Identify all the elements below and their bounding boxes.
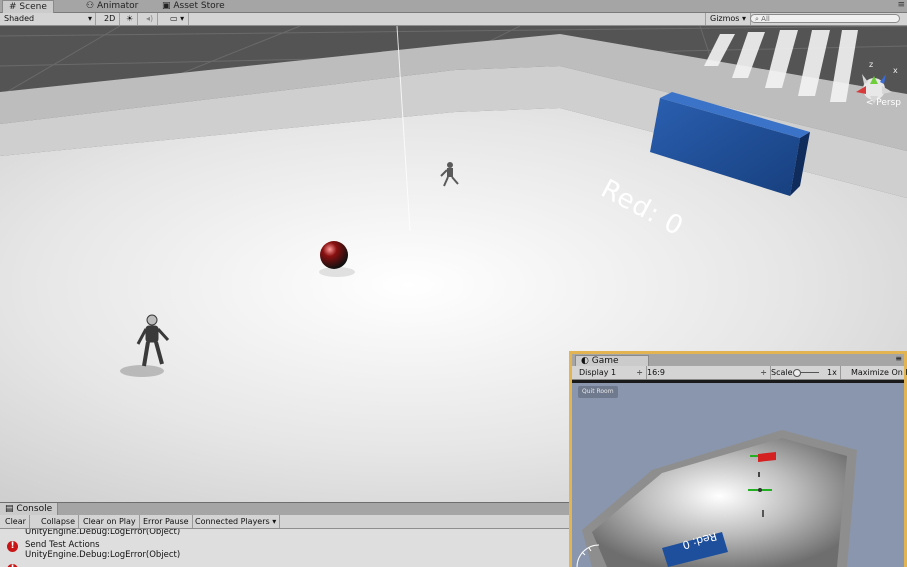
quit-room-button[interactable]: Quit Room xyxy=(578,386,618,398)
console-icon: ▤ xyxy=(5,504,14,514)
scale-value: 1x xyxy=(824,366,841,379)
collapse-button[interactable]: Collapse xyxy=(38,515,79,528)
tab-game-label: Game xyxy=(591,356,619,366)
tab-animator-label: Animator xyxy=(96,1,139,11)
search-icon: ⌕ xyxy=(755,15,759,23)
dropdown-arrow-icon: ÷ xyxy=(636,368,643,377)
console-toolbar: Clear Collapse Clear on Play Error Pause… xyxy=(0,515,570,529)
console-tab-bar: ▤ Console xyxy=(0,502,570,515)
dropdown-arrow-icon: ▾ xyxy=(272,517,277,526)
connected-players-label: Connected Players xyxy=(195,517,270,526)
tab-asset-store-label: Asset Store xyxy=(173,1,225,11)
search-placeholder: All xyxy=(761,15,770,23)
scale-label: Scale xyxy=(771,368,793,377)
tab-asset-store[interactable]: ▣ Asset Store xyxy=(156,0,231,12)
tab-scene[interactable]: # Scene xyxy=(2,0,54,13)
dropdown-arrow-icon: ▾ xyxy=(87,14,92,23)
scene-search-input[interactable]: ⌕ All xyxy=(750,14,900,23)
display-dropdown[interactable]: Display 1 ÷ xyxy=(576,366,647,379)
shopping-bag-icon: ▣ xyxy=(162,1,171,11)
tab-console-label: Console xyxy=(16,504,53,514)
panel-menu-icon[interactable]: ≡ xyxy=(897,0,905,10)
game-viewport[interactable]: Quit Room Red: 0 xyxy=(572,380,904,567)
log-entry-title[interactable]: Send Test Actions xyxy=(25,540,100,550)
maximize-on-play-button[interactable]: Maximize On P xyxy=(848,366,907,379)
game-toolbar: Display 1 ÷ 16:9 ÷ Scale 1x Maximize On … xyxy=(572,366,907,380)
pacman-icon: ◐ xyxy=(581,356,589,366)
character-shadow xyxy=(120,365,164,377)
connected-players-dropdown[interactable]: Connected Players ▾ xyxy=(192,515,281,528)
gizmos-label: Gizmos xyxy=(710,14,740,23)
svg-text:x: x xyxy=(893,66,898,75)
aspect-value: 16:9 xyxy=(647,368,665,377)
log-entry-detail[interactable]: UnityEngine.Debug:LogError(Object) xyxy=(25,550,180,560)
dropdown-arrow-icon: ÷ xyxy=(760,368,767,377)
error-icon: ! xyxy=(7,541,18,552)
tab-console[interactable]: ▤ Console xyxy=(0,503,59,515)
scene-toolbar: Shaded ▾ 2D ☀ ◂) ▭ ▾ Gizmos ▾ ⌕ All xyxy=(0,13,907,26)
console-log-list[interactable]: UnityEngine.Debug:LogError(Object) ! Sen… xyxy=(0,529,570,567)
game-render xyxy=(572,380,904,567)
lighting-toggle-icon[interactable]: ☀ xyxy=(122,13,139,25)
gizmos-dropdown[interactable]: Gizmos ▾ xyxy=(705,13,752,25)
audio-toggle-icon[interactable]: ◂) xyxy=(142,13,159,25)
ball xyxy=(320,241,348,269)
display-value: Display 1 xyxy=(579,368,617,377)
grid-icon: # xyxy=(9,2,17,12)
error-pause-button[interactable]: Error Pause xyxy=(140,515,193,528)
svg-text:z: z xyxy=(869,60,873,69)
clear-on-play-button[interactable]: Clear on Play xyxy=(80,515,140,528)
effects-dropdown-icon[interactable]: ▭ ▾ xyxy=(166,13,190,25)
shading-mode-value: Shaded xyxy=(4,14,35,23)
shading-mode-dropdown[interactable]: Shaded ▾ xyxy=(0,13,96,25)
panel-menu-icon[interactable]: ≡ xyxy=(895,354,902,363)
tab-scene-label: Scene xyxy=(19,2,47,12)
tab-animator[interactable]: ⚇ Animator xyxy=(80,0,144,12)
log-entry-detail: UnityEngine.Debug:LogError(Object) xyxy=(25,529,181,537)
toggle-2d-button[interactable]: 2D xyxy=(100,13,121,25)
game-tab-bar: ◐ Game ≡ xyxy=(572,354,904,367)
aspect-dropdown[interactable]: 16:9 ÷ xyxy=(644,366,771,379)
clear-button[interactable]: Clear xyxy=(2,515,30,528)
editor-tab-bar: # Scene ⚇ Animator ▣ Asset Store ≡ xyxy=(0,0,907,13)
game-window: ◐ Game ≡ Display 1 ÷ 16:9 ÷ Scale 1x Max… xyxy=(569,351,907,567)
animator-icon: ⚇ xyxy=(86,1,95,11)
scale-slider-handle[interactable] xyxy=(793,369,801,377)
projection-label[interactable]: < Persp xyxy=(866,98,901,108)
dropdown-arrow-icon: ▾ xyxy=(742,14,747,23)
